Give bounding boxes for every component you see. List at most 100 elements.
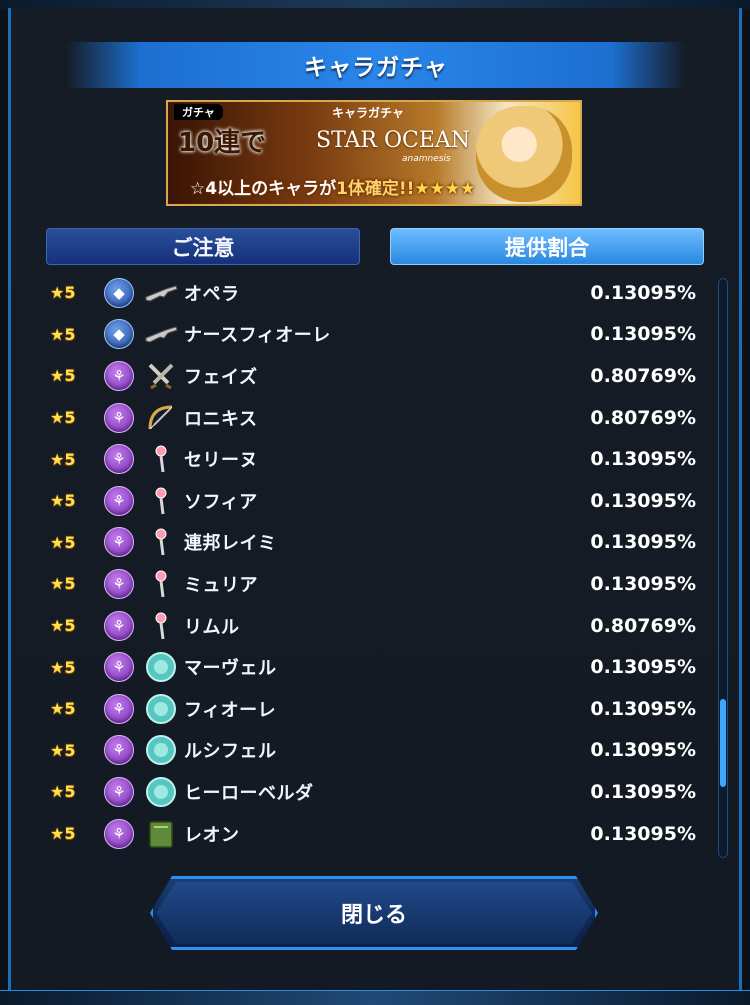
dialog-title-bar: キャラガチャ [66, 42, 686, 88]
scrollbar-thumb[interactable] [720, 699, 726, 787]
rifle-icon [144, 319, 178, 349]
support-role-icon: ⚘ [104, 444, 134, 475]
table-row: ★5 ⚘ マーヴェル 0.13095% [46, 646, 706, 688]
table-row: ★5 ⚘ フェイズ 0.80769% [46, 355, 706, 397]
orb-icon [144, 776, 178, 807]
tab-notice[interactable]: ご注意 [46, 228, 360, 265]
rarity-badge: ★5 [50, 491, 76, 511]
dialog-title: キャラガチャ [304, 55, 448, 81]
banner-ten-pull: 10連で [178, 128, 267, 158]
table-row: ★5 ⚘ リムル 0.80769% [46, 605, 706, 647]
list-scrollbar[interactable] [718, 278, 728, 858]
banner-logo-sub: anamnesis [402, 154, 451, 164]
character-name: マーヴェル [184, 658, 277, 680]
close-button-label: 閉じる [340, 903, 407, 928]
table-row: ★5 ◆ ナースフィオーレ 0.13095% [46, 314, 706, 356]
drop-rate: 0.13095% [590, 697, 696, 720]
drop-rate: 0.13095% [590, 281, 696, 304]
rifle-icon [144, 278, 178, 308]
banner-gacha-title: キャラガチャ [332, 106, 404, 120]
rarity-badge: ★5 [50, 574, 76, 594]
drop-rate: 0.13095% [590, 822, 696, 845]
wand-icon [144, 486, 178, 516]
wand-icon [144, 527, 178, 557]
drop-rate: 0.13095% [590, 323, 696, 346]
support-role-icon: ⚘ [104, 402, 134, 433]
support-role-icon: ⚘ [104, 776, 134, 807]
drop-rate: 0.13095% [590, 531, 696, 554]
support-role-icon: ⚘ [104, 485, 134, 516]
rarity-badge: ★5 [50, 324, 76, 344]
support-role-icon: ⚘ [104, 610, 134, 641]
orb-icon [144, 735, 178, 766]
banner-stars: ★★★★ [414, 179, 476, 199]
table-row: ★5 ⚘ フィオーレ 0.13095% [46, 688, 706, 730]
support-role-icon: ⚘ [104, 818, 134, 849]
character-name: ナースフィオーレ [184, 325, 331, 347]
rates-list[interactable]: ★5 ◆ オペラ 0.13095% ★5 ◆ ナースフィオーレ 0.13095% ★5 ⚘ フェイズ… [46, 272, 706, 864]
character-name: レオン [184, 824, 240, 846]
banner-message: ☆4以上のキャラが1体確定!!★★★★ [190, 174, 475, 199]
tab-rates[interactable]: 提供割合 [390, 228, 704, 265]
bottom-decoration [0, 990, 750, 1005]
rarity-badge: ★5 [50, 532, 76, 552]
rarity-badge: ★5 [50, 740, 76, 760]
character-name: 連邦レイミ [184, 533, 277, 555]
table-row: ★5 ⚘ ヒーローベルダ 0.13095% [46, 771, 706, 813]
table-row: ★5 ⚘ レオン 0.13095% [46, 813, 706, 855]
support-role-icon: ⚘ [104, 652, 134, 683]
table-row: ★5 ◆ オペラ 0.13095% [46, 272, 706, 314]
table-row: ★5 ⚘ 連邦レイミ 0.13095% [46, 522, 706, 564]
character-name: フェイズ [184, 366, 258, 388]
banner-logo: STAR OCEAN [316, 128, 471, 153]
drop-rate: 0.13095% [590, 656, 696, 679]
character-name: リムル [184, 616, 240, 638]
rarity-badge: ★5 [50, 782, 76, 802]
table-row: ★5 ⚘ ソフィア 0.13095% [46, 480, 706, 522]
drop-rate: 0.13095% [590, 489, 696, 512]
table-row: ★5 ⚘ セリーヌ 0.13095% [46, 438, 706, 480]
character-name: ロニキス [184, 408, 258, 430]
attack-role-icon: ◆ [104, 277, 134, 308]
drop-rate: 0.80769% [590, 614, 696, 637]
close-button[interactable]: 閉じる [156, 882, 592, 944]
wand-icon [144, 569, 178, 599]
character-name: ミュリア [184, 574, 258, 596]
swords-icon [144, 361, 178, 391]
character-name: ヒーローベルダ [184, 782, 314, 804]
drop-rate: 0.13095% [590, 780, 696, 803]
rarity-badge: ★5 [50, 408, 76, 428]
orb-icon [144, 693, 178, 724]
banner-tag: ガチャ [174, 104, 223, 120]
orb-icon [144, 652, 178, 683]
support-role-icon: ⚘ [104, 735, 134, 766]
drop-rate: 0.80769% [590, 406, 696, 429]
wand-icon [144, 444, 178, 474]
book-icon [144, 819, 178, 849]
banner-character-art [476, 106, 572, 202]
rarity-badge: ★5 [50, 824, 76, 844]
rarity-badge: ★5 [50, 616, 76, 636]
character-name: ソフィア [184, 491, 258, 513]
character-name: オペラ [184, 283, 240, 305]
rarity-badge: ★5 [50, 699, 76, 719]
drop-rate: 0.13095% [590, 739, 696, 762]
support-role-icon: ⚘ [104, 568, 134, 599]
rarity-badge: ★5 [50, 449, 76, 469]
rarity-badge: ★5 [50, 366, 76, 386]
rarity-badge: ★5 [50, 283, 76, 303]
bow-icon [144, 403, 178, 433]
rarity-badge: ★5 [50, 657, 76, 677]
banner-message-pre: ☆4以上のキャラが [190, 179, 337, 199]
character-name: フィオーレ [184, 699, 277, 721]
support-role-icon: ⚘ [104, 693, 134, 724]
tab-bar: ご注意 提供割合 [46, 228, 704, 265]
table-row: ★5 ⚘ ミュリア 0.13095% [46, 563, 706, 605]
attack-role-icon: ◆ [104, 319, 134, 350]
table-row: ★5 ⚘ ロニキス 0.80769% [46, 397, 706, 439]
character-name: ルシフェル [184, 741, 277, 763]
support-role-icon: ⚘ [104, 360, 134, 391]
drop-rate: 0.13095% [590, 448, 696, 471]
wand-icon [144, 611, 178, 641]
drop-rate: 0.80769% [590, 364, 696, 387]
